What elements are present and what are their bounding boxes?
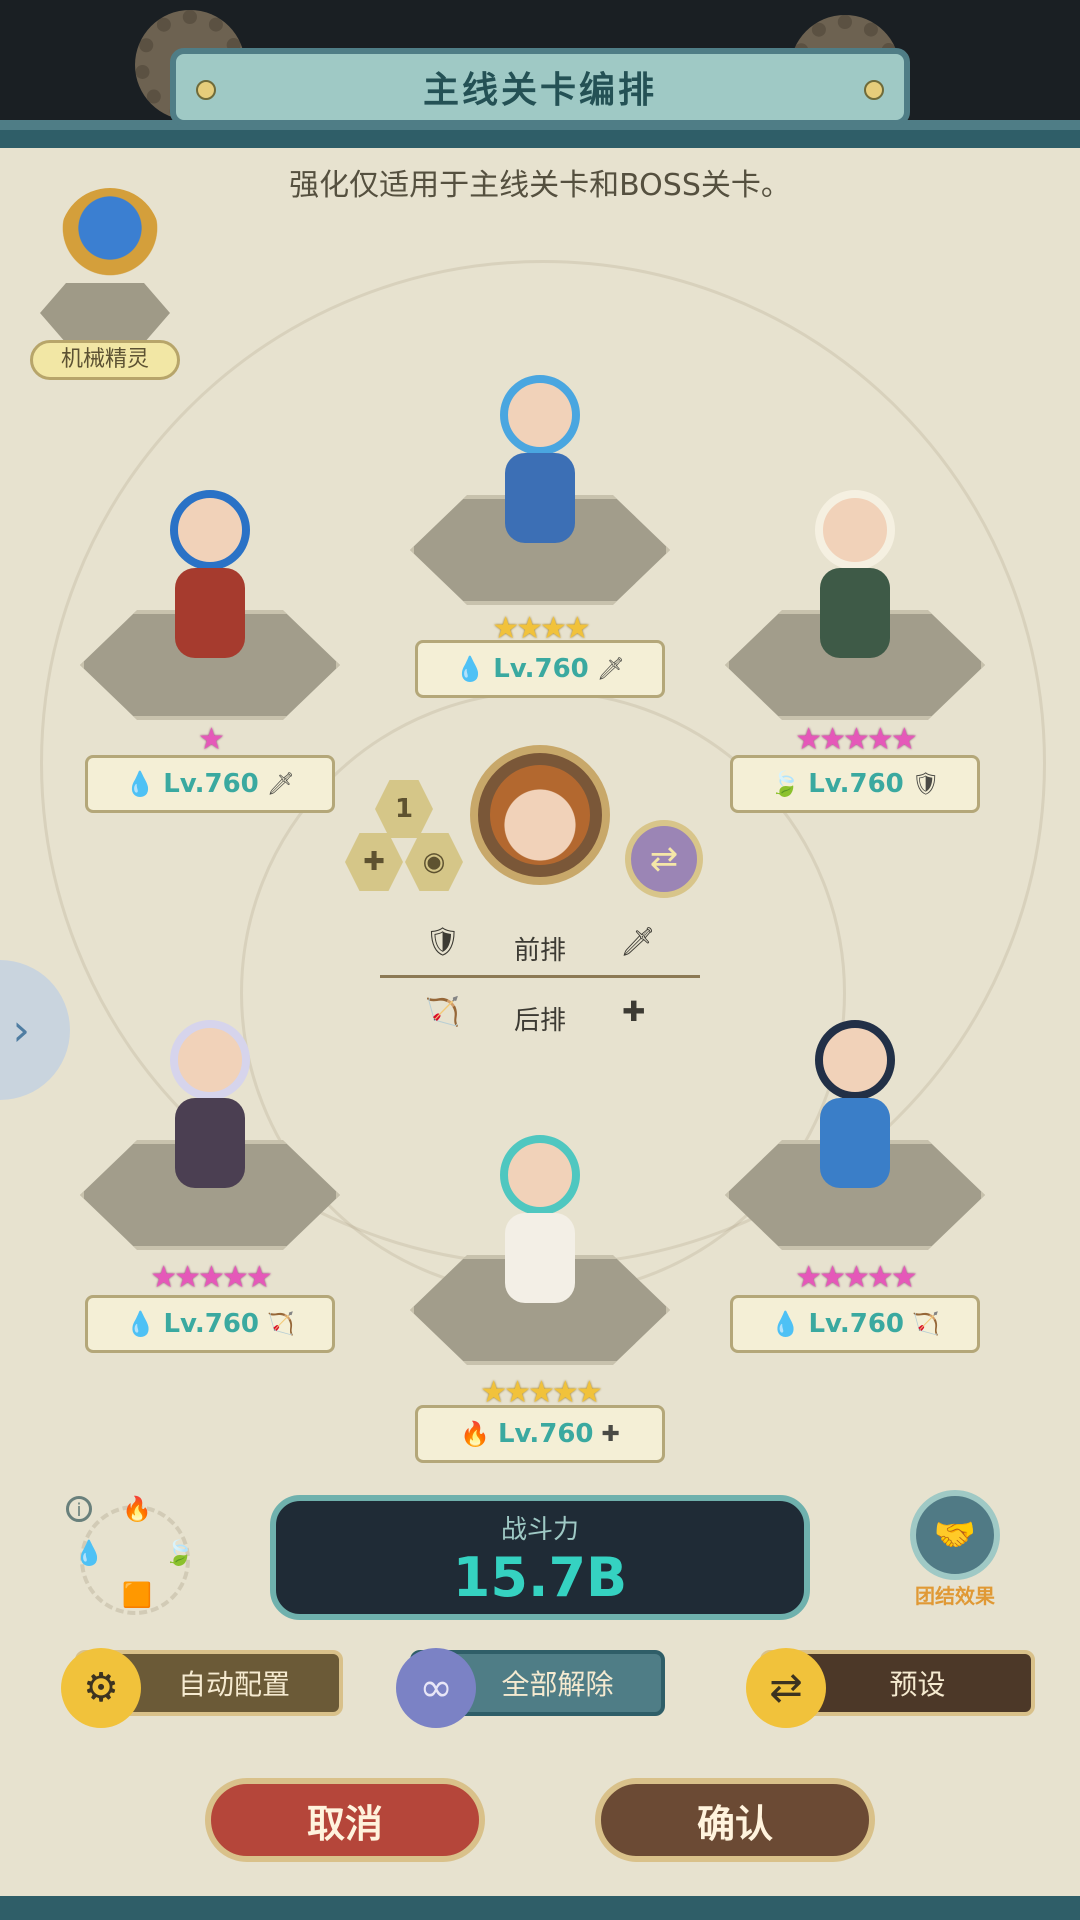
swap-icon-button[interactable]: ⇄: [625, 820, 703, 898]
water-element-icon: 💧: [455, 655, 486, 683]
hero-level: Lv.760: [163, 769, 259, 799]
sword-role-icon: 🗡: [266, 771, 295, 797]
confirm-button[interactable]: 确认: [595, 1778, 875, 1862]
hero-slot-back-center[interactable]: ★★★★★ 🔥 Lv.760 ✚: [390, 1125, 690, 1463]
leader-face: [490, 765, 590, 865]
hero-level-box: 💧 Lv.760 🗡: [415, 640, 665, 698]
sword-role-icon: 🗡: [596, 656, 625, 682]
water-element-icon: 💧: [125, 770, 156, 798]
fire-element-icon: 🔥: [122, 1495, 152, 1523]
back-row-label: 后排: [513, 1006, 566, 1036]
hero-sprite: [780, 490, 930, 670]
element-cycle-wheel[interactable]: 🔥 🍃 🟧 💧: [74, 1495, 194, 1615]
spirit-pedestal: [40, 283, 170, 343]
preset-label: 预设: [889, 1668, 946, 1701]
water-element-icon: 💧: [74, 1539, 104, 1567]
cancel-button[interactable]: 取消: [205, 1778, 485, 1862]
hero-level: Lv.760: [493, 654, 589, 684]
hero-slot-front-right[interactable]: ★★★★★ 🍃 Lv.760 🛡: [705, 480, 1005, 813]
hero-sprite: [465, 1135, 615, 1315]
hero-stars: ★: [198, 722, 225, 757]
title-dot-right: [864, 80, 884, 100]
hero-level: Lv.760: [497, 1419, 594, 1449]
clear-all-button[interactable]: ∞ 全部解除: [396, 1648, 665, 1728]
hero-slot-back-left[interactable]: ★★★★★ 💧 Lv.760 🏹: [60, 1010, 360, 1353]
row-divider: [380, 975, 700, 978]
preset-button[interactable]: ⇄ 预设: [746, 1648, 1035, 1728]
hero-level-box: 💧 Lv.760 🗡: [85, 755, 335, 813]
gear-icon: ⚙: [61, 1648, 141, 1728]
hero-level: Lv.760: [808, 1309, 905, 1339]
hero-slot-back-right[interactable]: ★★★★★ 💧 Lv.760 🏹: [705, 1010, 1005, 1353]
hero-level-box: 💧 Lv.760 🏹: [730, 1295, 980, 1353]
auto-setup-button[interactable]: ⚙ 自动配置: [61, 1648, 343, 1728]
sword-icon: 🗡: [620, 925, 656, 958]
unlink-icon: ∞: [396, 1648, 476, 1728]
title-bar: 主线关卡编排: [170, 48, 910, 126]
leaf-element-icon: 🍃: [164, 1539, 194, 1567]
front-row-label: 前排: [513, 936, 566, 966]
handshake-icon: 🤝: [910, 1490, 1000, 1580]
hero-stars: ★★★★★: [150, 1260, 272, 1295]
water-element-icon: 💧: [125, 1310, 156, 1338]
hero-level-box: 💧 Lv.760 🏹: [85, 1295, 335, 1353]
battle-power-label: 战斗力: [500, 1515, 579, 1545]
heal-role-icon: ✚: [601, 1421, 620, 1447]
hero-level-box: 🍃 Lv.760 🛡: [730, 755, 980, 813]
auto-setup-label: 自动配置: [177, 1668, 290, 1701]
mech-spirit-slot[interactable]: 机械精灵: [30, 168, 180, 388]
bottom-frame-bar: [0, 1896, 1080, 1920]
synergy-effect-button[interactable]: 🤝 团结效果: [905, 1490, 1005, 1610]
heal-icon: ✚: [622, 995, 646, 1028]
leaf-element-icon: 🍃: [770, 770, 801, 798]
hero-level: Lv.760: [163, 1309, 260, 1339]
fire-element-icon: 🔥: [460, 1420, 490, 1448]
spirit-label: 机械精灵: [30, 340, 180, 380]
hero-sprite: [135, 1020, 285, 1200]
leader-portrait[interactable]: [470, 745, 610, 885]
earth-element-icon: 🟧: [122, 1581, 152, 1609]
hero-sprite: [780, 1020, 930, 1200]
bow-role-icon: 🏹: [267, 1311, 295, 1337]
shield-role-icon: 🛡: [911, 771, 940, 797]
water-element-icon: 💧: [770, 1310, 801, 1338]
page-title: 主线关卡编排: [422, 70, 657, 111]
swap-arrows-icon: ⇄: [746, 1648, 826, 1728]
info-icon[interactable]: i: [66, 1496, 92, 1522]
title-dot-left: [196, 80, 216, 100]
battle-power-value: 15.7B: [452, 1546, 628, 1609]
hero-sprite: [135, 490, 285, 670]
spirit-portrait: [60, 188, 160, 288]
bow-role-icon: 🏹: [912, 1311, 940, 1337]
battle-power-panel: 战斗力 15.7B: [270, 1495, 810, 1620]
hero-stars: ★★★★★: [795, 1260, 917, 1295]
synergy-label: 团结效果: [915, 1584, 995, 1608]
hero-level: Lv.760: [808, 769, 904, 799]
hero-slot-front-left[interactable]: ★ 💧 Lv.760 🗡: [60, 480, 360, 813]
hero-level-box: 🔥 Lv.760 ✚: [415, 1405, 665, 1463]
hero-stars: ★★★★★: [795, 722, 917, 757]
hero-sprite: [465, 375, 615, 555]
hero-slot-front-center[interactable]: ★★★★ 💧 Lv.760 🗡: [390, 365, 690, 698]
clear-all-label: 全部解除: [501, 1668, 614, 1701]
